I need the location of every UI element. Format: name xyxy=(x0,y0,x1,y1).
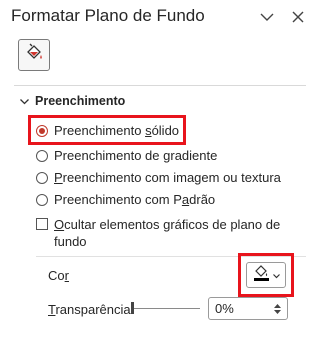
radio-button[interactable] xyxy=(36,171,48,184)
highlight-box-color-button xyxy=(238,253,294,297)
radio-button[interactable] xyxy=(36,193,48,206)
transparency-slider-thumb[interactable] xyxy=(131,302,134,314)
chevron-down-icon xyxy=(20,94,29,108)
spin-up-icon xyxy=(273,303,281,308)
option-label: Preenchimento com imagem ou textura xyxy=(54,170,281,185)
section-label: Preenchimento xyxy=(35,94,126,108)
option-label: Preenchimento de gradiente xyxy=(54,148,218,163)
fill-section-header[interactable]: Preenchimento xyxy=(20,94,125,108)
radio-button[interactable] xyxy=(36,149,48,162)
checkbox[interactable] xyxy=(36,218,48,230)
color-label: Cor xyxy=(48,268,69,283)
checkbox-label: Ocultar elementos gráficos de plano de f… xyxy=(54,217,281,249)
highlight-box-solid-fill xyxy=(28,115,186,145)
option-label: Preenchimento com Padrão xyxy=(54,192,216,207)
radio-pattern-fill[interactable]: Preenchimento com Padrão xyxy=(36,192,215,207)
spin-arrows[interactable] xyxy=(270,303,284,314)
radio-picture-fill[interactable]: Preenchimento com imagem ou textura xyxy=(36,170,281,185)
pane-title: Formatar Plano de Fundo xyxy=(11,6,205,25)
radio-gradient-fill[interactable]: Preenchimento de gradiente xyxy=(36,148,217,163)
chevron-down-icon[interactable] xyxy=(258,8,276,26)
header-divider xyxy=(14,85,306,86)
transparency-value[interactable]: 0% xyxy=(209,301,270,316)
close-icon[interactable] xyxy=(289,8,307,26)
transparency-slider-track[interactable] xyxy=(133,308,200,309)
fill-line-tab[interactable] xyxy=(18,39,50,71)
spin-down-icon xyxy=(273,309,281,314)
hide-background-graphics-checkbox[interactable]: Ocultar elementos gráficos de plano de f… xyxy=(36,216,280,250)
paint-bucket-icon xyxy=(23,42,45,69)
transparency-label: Transparência xyxy=(48,302,131,317)
transparency-spinbox[interactable]: 0% xyxy=(208,297,288,320)
